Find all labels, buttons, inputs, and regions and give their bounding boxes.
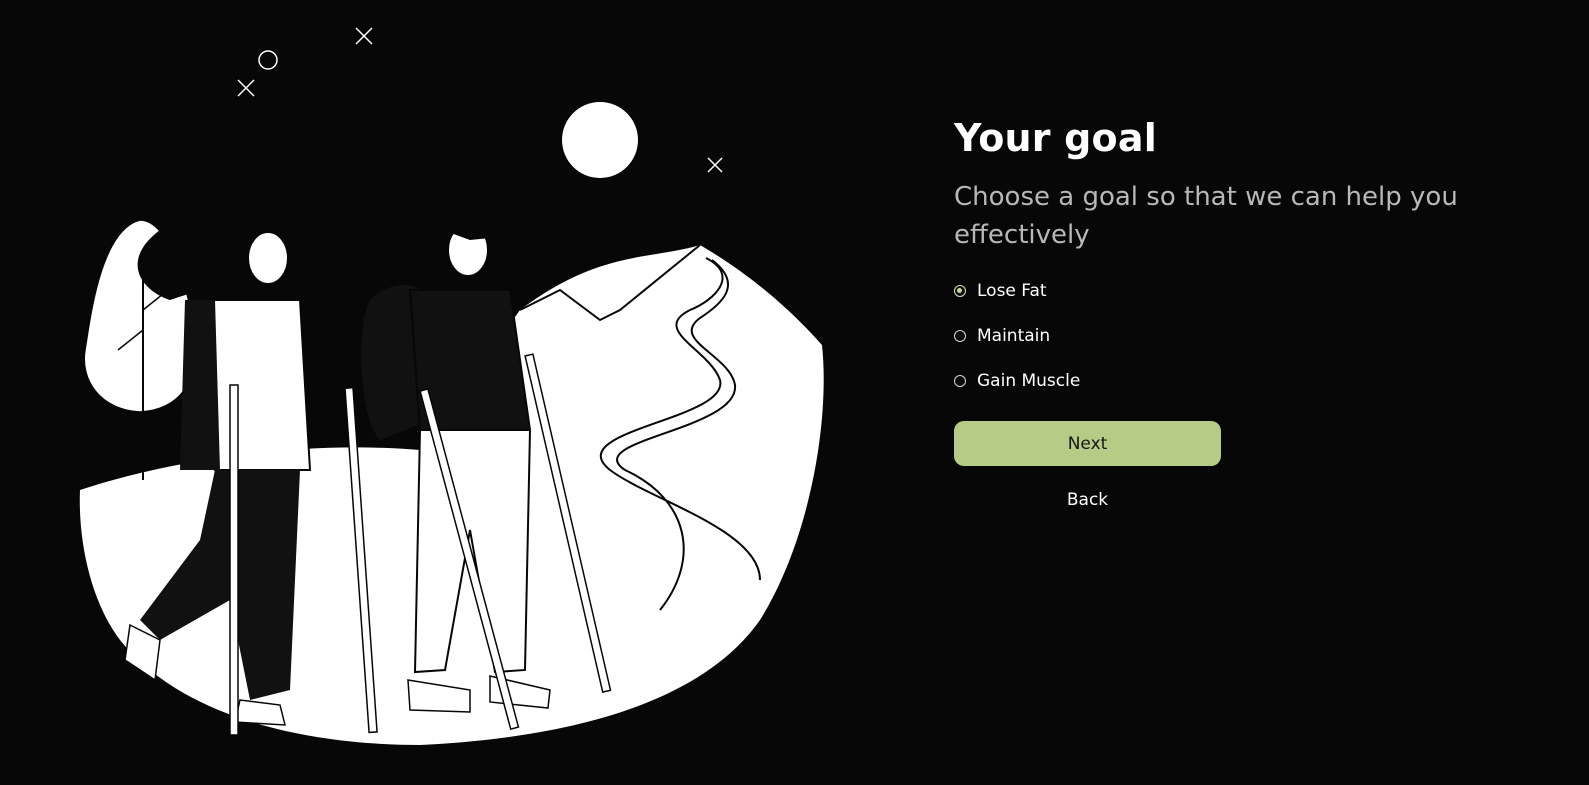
- moon-icon: [562, 102, 638, 178]
- back-link[interactable]: Back: [954, 490, 1221, 510]
- sparkles-decoration: [237, 27, 723, 173]
- radio-gain-muscle[interactable]: [954, 375, 966, 387]
- option-maintain[interactable]: Maintain: [954, 321, 1514, 351]
- option-gain-muscle[interactable]: Gain Muscle: [954, 366, 1514, 396]
- next-button[interactable]: Next: [954, 421, 1221, 466]
- page-subtitle: Choose a goal so that we can help you ef…: [954, 182, 1458, 250]
- hikers-illustration: [79, 27, 824, 745]
- option-label: Gain Muscle: [977, 371, 1081, 391]
- option-lose-fat[interactable]: Lose Fat: [954, 276, 1514, 306]
- goal-options: Lose Fat Maintain Gain Muscle: [954, 276, 1514, 396]
- goal-page: Your goal Choose a goal so that we can h…: [0, 0, 1589, 785]
- radio-maintain[interactable]: [954, 330, 966, 342]
- option-label: Maintain: [977, 326, 1051, 346]
- option-label: Lose Fat: [977, 281, 1047, 301]
- page-title: Your goal: [954, 116, 1157, 160]
- radio-lose-fat[interactable]: [954, 285, 966, 297]
- goal-form: Your goal Choose a goal so that we can h…: [954, 112, 1514, 510]
